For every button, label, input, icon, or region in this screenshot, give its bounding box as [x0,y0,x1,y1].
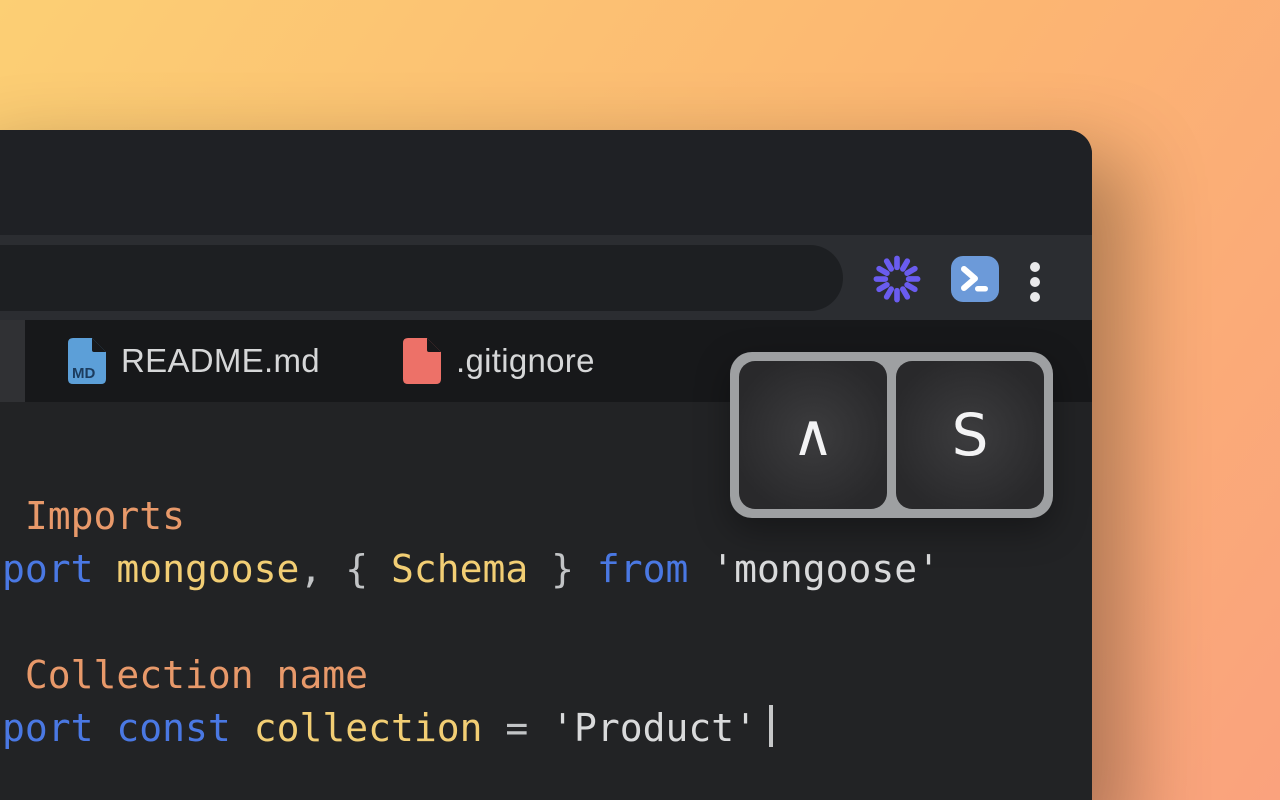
svg-text:MD: MD [72,365,95,382]
code-line: port const collection = 'Product' [2,702,1092,755]
code-token: } [528,547,597,591]
code-token: mongoose [116,547,300,591]
window-header [0,130,1092,235]
code-token: 'Product' [551,706,758,750]
s-key-glyph: S [951,401,989,469]
partial-tab-edge[interactable] [0,320,25,402]
tab-gitignore-label: .gitignore [456,342,595,379]
code-line: Collection name [2,649,1092,702]
spinner-icon-svg [873,255,921,303]
control-key-glyph: ∧ [791,401,835,469]
terminal-button[interactable] [951,256,999,302]
code-token: Collection name [2,653,369,697]
code-token: Imports [2,494,186,538]
tab-readme-label: README.md [121,342,320,379]
overflow-menu-button[interactable] [1023,258,1047,306]
file-icon [403,338,441,384]
terminal-icon [951,256,999,302]
tab-gitignore[interactable]: .gitignore [403,320,595,402]
code-token: port [2,547,94,591]
spinner-icon[interactable] [872,253,922,305]
code-token: = [482,706,552,750]
stage: MD README.md .gitignore Imports port mong… [0,0,1280,800]
code-token: const [116,706,231,750]
code-token: port [2,706,94,750]
kebab-icon [1030,262,1040,302]
text-cursor [769,705,774,747]
code-token: collection [253,706,483,750]
markdown-file-icon: MD [68,338,106,384]
search-bar[interactable] [0,245,843,311]
code-token: Schema [390,547,529,591]
code-token: 'mongoose' [711,547,941,591]
keycap-s: S [896,361,1044,509]
tab-readme[interactable]: MD README.md [68,320,320,402]
code-token: , { [299,547,391,591]
keycap-control: ∧ [739,361,887,509]
code-token: from [596,547,689,591]
code-line: port mongoose, { Schema } from 'mongoose… [2,543,1092,596]
toolbar [0,235,1092,320]
keystroke-overlay: ∧ S [730,352,1053,518]
